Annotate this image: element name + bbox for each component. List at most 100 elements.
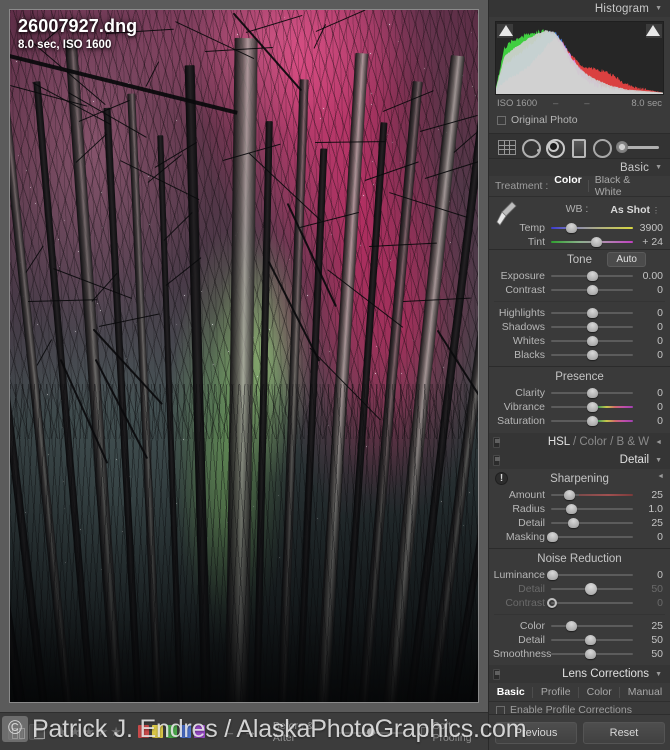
- chevron-down-icon[interactable]: ▼: [655, 671, 662, 678]
- slider-value[interactable]: 0: [633, 307, 665, 319]
- slider-row[interactable]: Detail25: [489, 516, 670, 530]
- slider-value[interactable]: 0: [633, 569, 665, 581]
- crop-overlay-icon[interactable]: [495, 137, 517, 156]
- exclamation-icon[interactable]: !: [495, 472, 508, 485]
- slider-knob[interactable]: [587, 308, 598, 318]
- slider-value[interactable]: 0: [633, 321, 665, 333]
- slider-knob[interactable]: [587, 336, 598, 346]
- slider-knob[interactable]: [587, 388, 598, 398]
- slider-row[interactable]: Contrast0: [489, 283, 670, 297]
- grid-view-icon[interactable]: [8, 724, 23, 740]
- slider-value[interactable]: 0: [633, 401, 665, 413]
- slider-knob[interactable]: [564, 490, 575, 500]
- slider-track-area[interactable]: [551, 335, 633, 347]
- slider-row[interactable]: Detail50: [489, 633, 670, 647]
- slider-value[interactable]: 25: [633, 517, 665, 529]
- tone-slider-group[interactable]: Exposure0.00Contrast0: [489, 269, 670, 297]
- slider-value[interactable]: 50: [633, 634, 665, 646]
- adjustment-brush-icon[interactable]: [614, 137, 664, 156]
- red-eye-correction-icon[interactable]: [543, 137, 565, 156]
- slider-value[interactable]: 3900: [633, 222, 665, 234]
- slider-knob[interactable]: [566, 223, 577, 233]
- slider-value[interactable]: + 24: [633, 236, 665, 248]
- slider-knob[interactable]: [566, 504, 577, 514]
- slider-knob[interactable]: [587, 402, 598, 412]
- star-icon[interactable]: ★: [69, 725, 81, 738]
- slider-row[interactable]: Clarity0: [489, 386, 670, 400]
- slider-knob[interactable]: [585, 583, 597, 595]
- color-label-swatch[interactable]: [166, 725, 177, 738]
- chevron-updown-icon[interactable]: ⋮: [652, 206, 660, 215]
- spot-removal-icon[interactable]: [519, 137, 541, 156]
- navigation-arrows[interactable]: ← →: [223, 724, 257, 739]
- slider-track-area[interactable]: [551, 222, 633, 234]
- slider-row[interactable]: Vibrance0: [489, 400, 670, 414]
- color-label-swatch[interactable]: [194, 725, 205, 738]
- slider-value[interactable]: 0: [633, 415, 665, 427]
- slider-value[interactable]: 50: [633, 583, 665, 595]
- presence-slider-group[interactable]: Clarity0Vibrance0Saturation0: [489, 386, 670, 428]
- slider-knob[interactable]: [566, 621, 577, 631]
- slider-knob[interactable]: [585, 649, 596, 659]
- slider-track-area[interactable]: [551, 270, 633, 282]
- loupe-view-icon[interactable]: [29, 724, 44, 740]
- develop-toolbar[interactable]: ★★★★★ ← → Before & After Soft Proofing: [0, 712, 488, 750]
- slider-knob[interactable]: [547, 532, 558, 542]
- slider-value[interactable]: 0: [633, 531, 665, 543]
- slider-row[interactable]: Whites0: [489, 334, 670, 348]
- slider-knob[interactable]: [587, 416, 598, 426]
- color-label-swatch[interactable]: [138, 725, 149, 738]
- treatment-color-option[interactable]: Color: [548, 174, 587, 198]
- slider-row[interactable]: Amount25: [489, 488, 670, 502]
- slider-value[interactable]: 0.00: [633, 270, 665, 282]
- star-icon[interactable]: ★: [83, 725, 95, 738]
- lens-tab-strip[interactable]: BasicProfileColorManual: [489, 683, 670, 702]
- slider-track-area[interactable]: [551, 569, 633, 581]
- slider-value[interactable]: 0: [633, 335, 665, 347]
- slider-row[interactable]: Luminance0: [489, 568, 670, 582]
- slider-value[interactable]: 1.0: [633, 503, 665, 515]
- soft-proofing-toggle[interactable]: Soft Proofing: [421, 720, 480, 744]
- tone-slider-group-2[interactable]: Highlights0Shadows0Whites0Blacks0: [489, 306, 670, 362]
- arrow-right-icon[interactable]: →: [244, 724, 257, 739]
- slider-track-area[interactable]: [551, 415, 633, 427]
- slider-track-area[interactable]: [551, 583, 633, 595]
- sharpening-slider-group[interactable]: Amount25Radius1.0Detail25Masking0: [489, 488, 670, 544]
- chevron-left-icon[interactable]: ◄: [655, 439, 662, 446]
- hsl-tab-hsl[interactable]: HSL: [548, 436, 570, 448]
- slider-knob[interactable]: [591, 237, 602, 247]
- slider-row[interactable]: Shadows0: [489, 320, 670, 334]
- slider-knob[interactable]: [547, 570, 558, 580]
- hsl-panel-header[interactable]: HSL / Color / B & W ◄: [489, 433, 670, 451]
- develop-tool-strip[interactable]: [489, 133, 670, 159]
- slider-track-area[interactable]: [551, 648, 633, 660]
- slider-row[interactable]: Color25: [489, 619, 670, 633]
- slider-row[interactable]: Tint+ 24: [489, 235, 670, 249]
- reset-button[interactable]: Reset: [583, 722, 665, 744]
- color-label-swatch[interactable]: [180, 725, 191, 738]
- slider-value[interactable]: 0: [633, 284, 665, 296]
- slider-knob[interactable]: [547, 598, 557, 608]
- color-label-control[interactable]: [138, 725, 205, 738]
- chevron-down-icon[interactable]: ▼: [655, 457, 662, 464]
- slider-knob[interactable]: [585, 635, 596, 645]
- panel-switch-icon[interactable]: [493, 455, 500, 466]
- star-rating-control[interactable]: ★★★★★: [56, 725, 122, 738]
- slider-row[interactable]: Saturation0: [489, 414, 670, 428]
- slider-knob[interactable]: [568, 518, 579, 528]
- lens-tab-manual[interactable]: Manual: [628, 686, 662, 698]
- slider-value[interactable]: 0: [633, 387, 665, 399]
- lens-tab-profile[interactable]: Profile: [541, 686, 571, 698]
- noise-color-slider-group[interactable]: Color25Detail50Smoothness50: [489, 619, 670, 661]
- slider-knob[interactable]: [587, 350, 598, 360]
- before-after-label[interactable]: Before & After: [273, 720, 325, 744]
- chevron-down-icon[interactable]: ▼: [655, 5, 662, 12]
- slider-row[interactable]: Contrast0: [489, 596, 670, 610]
- slider-value[interactable]: 0: [633, 349, 665, 361]
- slider-knob[interactable]: [587, 285, 598, 295]
- color-label-swatch[interactable]: [152, 725, 163, 738]
- radial-filter-icon[interactable]: [590, 137, 612, 156]
- slider-row[interactable]: Detail50: [489, 582, 670, 596]
- slider-value[interactable]: 25: [633, 489, 665, 501]
- graduated-filter-icon[interactable]: [566, 137, 588, 156]
